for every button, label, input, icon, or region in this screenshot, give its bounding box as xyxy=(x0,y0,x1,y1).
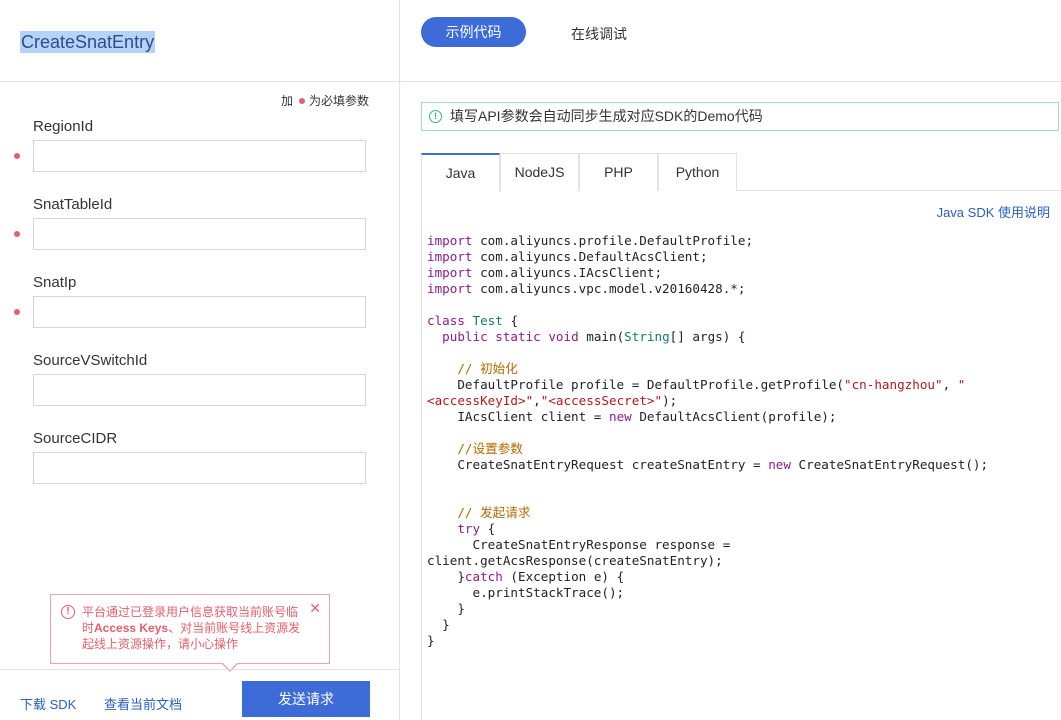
info-icon: ! xyxy=(429,110,442,123)
download-sdk-link[interactable]: 下载 SDK xyxy=(20,694,76,713)
source-vswitch-id-input[interactable] xyxy=(33,374,366,406)
code-area: Java SDK 使用说明 import com.aliyuncs.profil… xyxy=(421,190,1061,720)
tab-python[interactable]: Python xyxy=(658,153,737,191)
required-dot-icon xyxy=(298,98,305,105)
view-doc-link[interactable]: 查看当前文档 xyxy=(104,694,182,713)
required-dot-icon xyxy=(14,231,20,237)
field-label-source-cidr: SourceCIDR xyxy=(33,430,118,447)
access-key-warning: ! 平台通过已登录用户信息获取当前账号临 时Access Keys、对当前账号线… xyxy=(50,594,330,664)
region-id-input[interactable] xyxy=(33,140,366,172)
warning-icon: ! xyxy=(61,605,75,619)
field-label-snat-table-id: SnatTableId xyxy=(33,196,113,213)
field-label-snat-ip: SnatIp xyxy=(33,274,77,291)
close-icon[interactable]: ✕ xyxy=(309,600,321,616)
right-header: 示例代码 在线调试 xyxy=(401,0,1061,82)
tab-java[interactable]: Java xyxy=(421,153,500,192)
required-dot-icon xyxy=(14,153,20,159)
snat-ip-input[interactable] xyxy=(33,296,366,328)
params-footer: 下载 SDK 查看当前文档 发送请求 xyxy=(0,669,400,720)
java-sdk-doc-link[interactable]: Java SDK 使用说明 xyxy=(937,202,1050,221)
tab-online-debug[interactable]: 在线调试 xyxy=(571,24,627,44)
required-dot-icon xyxy=(14,309,20,315)
tab-php[interactable]: PHP xyxy=(579,153,658,191)
field-label-source-vswitch-id: SourceVSwitchId xyxy=(33,352,148,369)
api-name-title: CreateSnatEntry xyxy=(20,31,156,53)
language-tabs: Java NodeJS PHP Python xyxy=(421,153,1061,192)
sample-code-block: import com.aliyuncs.profile.DefaultProfi… xyxy=(427,233,989,648)
field-label-region-id: RegionId xyxy=(33,118,94,135)
params-header: CreateSnatEntry xyxy=(0,0,400,82)
source-cidr-input[interactable] xyxy=(33,452,366,484)
required-note: 加为必填参数 xyxy=(280,94,369,108)
tab-sample-code[interactable]: 示例代码 xyxy=(421,17,526,47)
tab-nodejs[interactable]: NodeJS xyxy=(500,153,579,191)
snat-table-id-input[interactable] xyxy=(33,218,366,250)
params-panel: CreateSnatEntry 加为必填参数 RegionId SnatTabl… xyxy=(0,0,400,720)
send-request-button[interactable]: 发送请求 xyxy=(242,681,370,717)
info-banner: ! 填写API参数会自动同步生成对应SDK的Demo代码 xyxy=(421,102,1059,131)
